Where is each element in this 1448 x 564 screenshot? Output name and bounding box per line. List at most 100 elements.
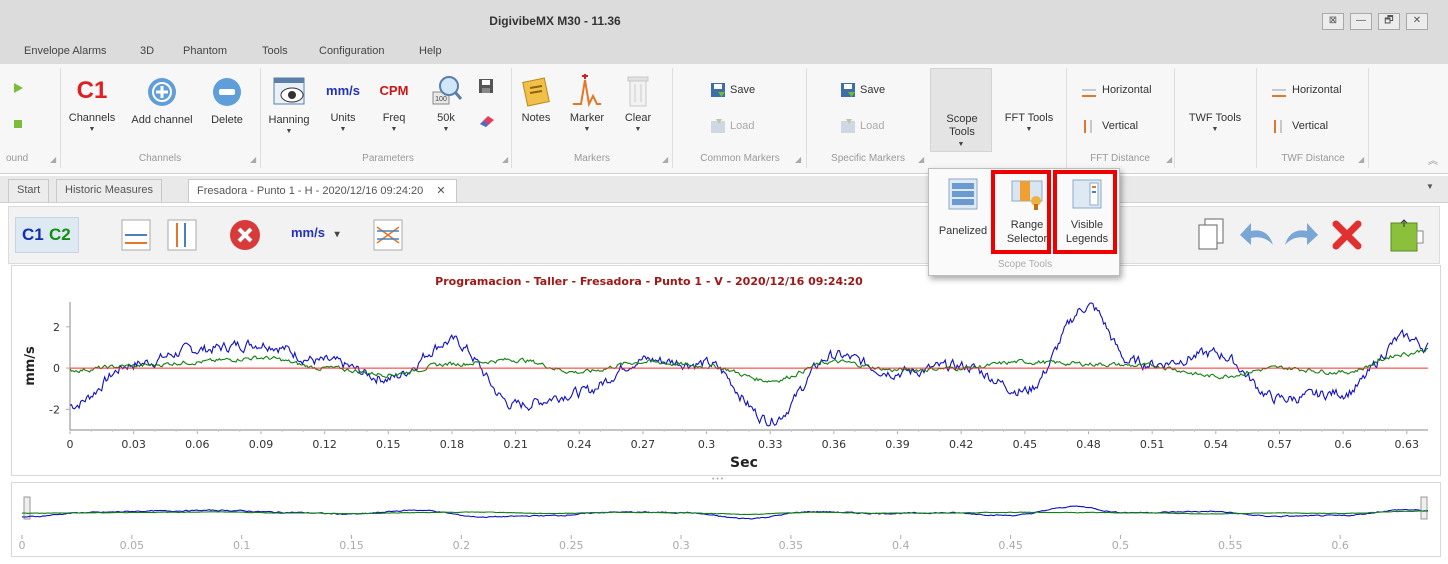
eraser-button[interactable] [478,114,496,131]
specific-markers-load-button[interactable]: Load [840,118,884,134]
x-tick-label: 0 [67,438,74,451]
notes-icon [522,77,550,107]
group-launcher-icon[interactable]: ◢ [502,155,508,164]
stop-icon [14,120,22,128]
50k-label: 50k [437,112,455,124]
x-tick-label: 0.35 [779,539,804,552]
fft-horizontal-button[interactable]: Horizontal [1080,82,1152,98]
panelized-button[interactable]: Panelized [935,177,991,238]
tab-label: Fresadora - Punto 1 - H - 2020/12/16 09:… [197,185,424,197]
c1-toggle-button[interactable]: C1 [22,225,44,245]
remove-circle-icon [213,78,241,106]
close-tab-icon[interactable]: ✕ [436,185,445,197]
x-tick-label: 0.6 [1334,438,1352,451]
overview-range-chart[interactable]: 0 0.05 0.1 0.15 0.2 0.25 0.3 0.35 0.4 0.45 0.5 0.55… [11,482,1441,557]
menu-configuration[interactable]: Configuration [319,45,384,57]
redo-button[interactable] [1283,221,1319,252]
redo-arrow-icon [1285,223,1318,245]
common-markers-save-button[interactable]: Save [710,82,755,98]
twf-horizontal-button[interactable]: Horizontal [1270,82,1342,98]
menu-tools[interactable]: Tools [262,45,288,57]
group-label-parameters: Parameters [362,153,414,164]
chevron-down-icon: ▼ [1211,126,1219,133]
x-tick-label: 0.45 [998,539,1023,552]
vertical-label: Vertical [1102,119,1139,132]
horizontal-cursor-button[interactable] [121,219,151,254]
export-button[interactable] [1389,217,1425,256]
menu-help[interactable]: Help [419,45,442,57]
x-tick-label: 0.5 [1112,539,1130,552]
x-tick-label: 0.42 [949,438,974,451]
series-c1-line [69,302,1429,427]
close-window-button[interactable]: ✕ [1406,13,1428,30]
load-icon [711,119,725,133]
remove-cursors-button[interactable] [229,219,261,254]
maximize-button[interactable]: 🗗 [1378,13,1400,30]
magnifier-icon: 100 [432,76,463,105]
group-launcher-icon[interactable]: ◢ [250,155,256,164]
copy-button[interactable] [1197,217,1225,254]
tab-list-chevron-icon[interactable]: ▼ [1426,182,1434,191]
waveform-chart[interactable]: 0 0.03 0.06 0.09 0.12 0.15 0.18 0.21 0.24 0.27 0.3… [11,265,1441,483]
horizontal-cursor-icon [121,219,151,251]
window-eye-icon [273,77,305,105]
resolution-50k-button[interactable]: 100 50k ▼ [424,74,468,133]
units-dropdown[interactable]: mm/s ▾ [291,225,340,240]
specific-markers-save-button[interactable]: Save [840,82,885,98]
ribbon: ound ◢ C1 Channels ▼ Add channel Delete … [0,64,1448,174]
clear-markers-button[interactable]: Clear ▼ [618,74,658,133]
marker-button[interactable]: Marker ▼ [565,74,609,133]
tab-historic-measures[interactable]: Historic Measures [56,179,163,202]
channels-button[interactable]: C1 Channels ▼ [66,76,118,133]
vertical-cursor-button[interactable] [167,219,197,254]
add-channel-button[interactable]: Add channel [126,76,198,126]
freq-button[interactable]: CPM Freq ▼ [372,76,416,133]
c2-toggle-button[interactable]: C2 [49,225,71,245]
units-button[interactable]: mm/s Units ▼ [321,76,365,133]
group-label-markers: Markers [573,153,611,164]
freq-label: Freq [382,112,406,124]
group-divider [806,68,807,168]
undo-button[interactable] [1239,221,1275,252]
scope-tools-button[interactable]: Scope Tools ▼ [930,68,992,152]
tab-start[interactable]: Start [8,179,50,202]
vertical-distance-icon [1084,120,1092,133]
play-button[interactable] [12,82,24,94]
fft-vertical-button[interactable]: Vertical [1080,118,1138,134]
x-tick-label: 0.25 [559,539,584,552]
minimize-button[interactable]: — [1350,13,1372,30]
group-launcher-icon[interactable]: ◢ [50,155,56,164]
marker-label: Marker [569,112,605,124]
group-launcher-icon[interactable]: ◢ [795,155,801,164]
x-tick-label: 0.15 [376,438,401,451]
c1-channel-icon: C1 [76,77,108,104]
group-launcher-icon[interactable]: ◢ [918,155,924,164]
restore-layout-button[interactable]: ⊠ [1322,13,1344,30]
delete-measure-button[interactable] [1331,219,1363,254]
save-parameters-button[interactable] [478,78,494,97]
hanning-button[interactable]: Hanning ▼ [265,76,313,135]
common-markers-load-button[interactable]: Load [710,118,754,134]
x-tick-label: 0.33 [758,438,783,451]
group-launcher-icon[interactable]: ◢ [662,155,668,164]
stop-button[interactable] [12,118,24,130]
overview-chart-svg: 0 0.05 0.1 0.15 0.2 0.25 0.3 0.35 0.4 0.45 0.5 0.55… [19,496,1429,552]
twf-tools-button[interactable]: TWF Tools ▼ [1180,68,1250,133]
notes-button[interactable]: Notes [516,74,556,124]
scope-tools-label: Scope Tools [946,113,978,138]
menu-phantom[interactable]: Phantom [183,45,227,57]
group-launcher-icon[interactable]: ◢ [1358,155,1364,164]
add-channel-label: Add channel [131,114,193,126]
twf-vertical-button[interactable]: Vertical [1270,118,1328,134]
collapse-ribbon-icon[interactable]: ︽ [1428,152,1438,167]
group-launcher-icon[interactable]: ◢ [1166,155,1172,164]
chevron-down-icon: ▾ [334,229,340,240]
delete-channel-button[interactable]: Delete [204,76,250,126]
tab-label: Historic Measures [65,184,154,196]
tab-fresadora-measurement[interactable]: Fresadora - Punto 1 - H - 2020/12/16 09:… [188,179,457,202]
chevron-down-icon: ▼ [390,126,398,133]
overlay-traces-button[interactable] [373,219,403,254]
fft-tools-button[interactable]: FFT Tools ▼ [996,68,1062,133]
menu-3d[interactable]: 3D [140,45,154,57]
menu-envelope-alarms[interactable]: Envelope Alarms [24,45,107,57]
